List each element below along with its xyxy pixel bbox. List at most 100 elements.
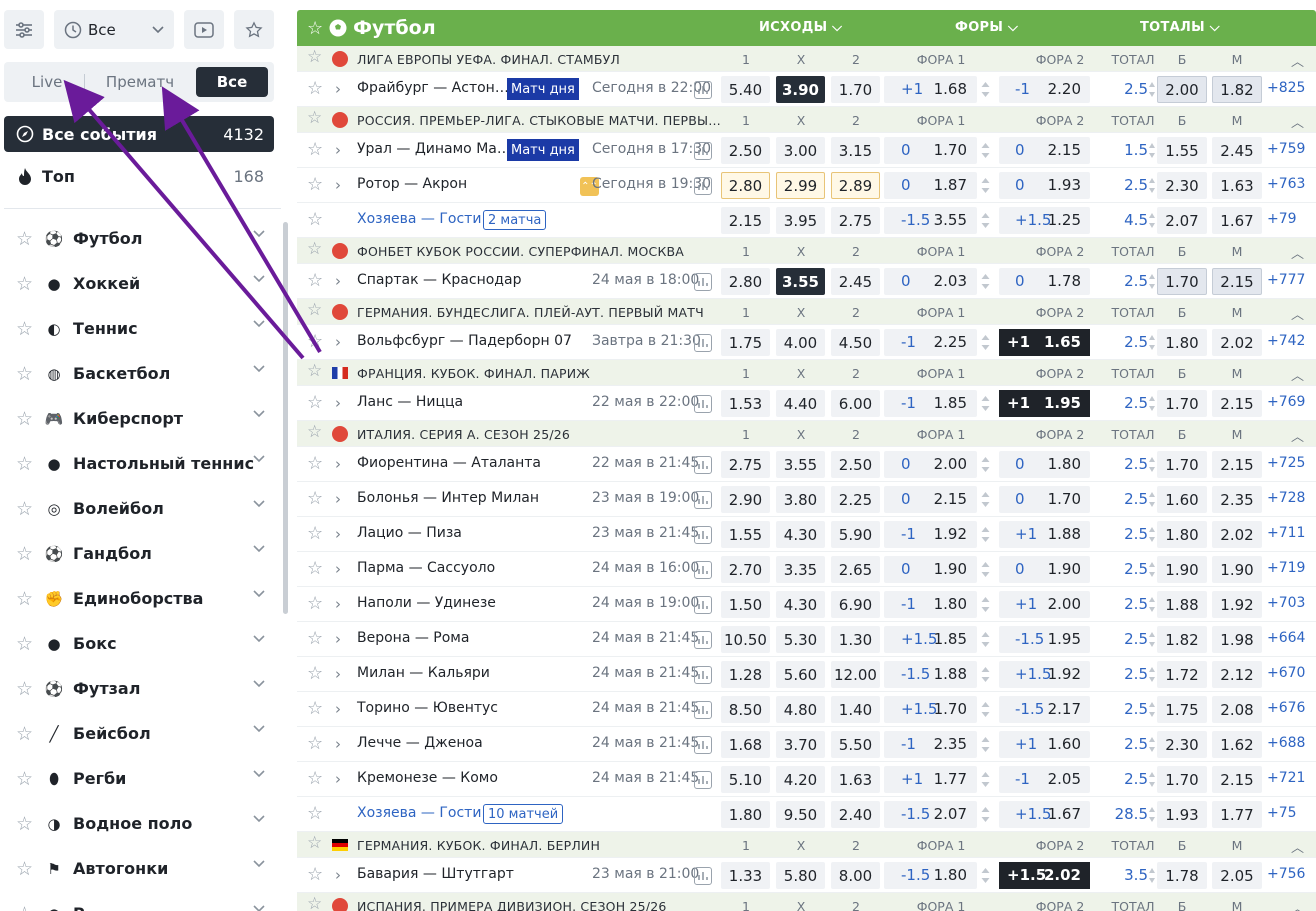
more-markets-link[interactable]: +721: [1267, 770, 1305, 786]
star-icon[interactable]: ☆: [307, 394, 323, 412]
star-icon[interactable]: ☆: [307, 700, 323, 718]
event-teams[interactable]: Вольфсбург — Падерборн 07: [357, 333, 572, 349]
event-row[interactable]: ☆ › Бавария — Штутгарт 23 мая в 21:00 1.33 5.…: [297, 858, 1316, 893]
star-icon[interactable]: ☆: [307, 665, 323, 683]
star-icon[interactable]: ☆: [307, 302, 322, 319]
star-icon[interactable]: ☆: [16, 318, 33, 340]
odds-button[interactable]: 2.65: [831, 556, 880, 583]
under-odds-button[interactable]: 2.15: [1212, 390, 1262, 417]
star-icon[interactable]: ☆: [307, 525, 323, 543]
star-icon[interactable]: ☆: [307, 595, 323, 613]
sort-arrows-icon[interactable]: [1149, 596, 1155, 613]
sort-arrows-icon[interactable]: [1149, 701, 1155, 718]
event-row[interactable]: ☆ Хозяева — Гости 2 матча 2.15 3.95 2.75 -1.5 3…: [297, 203, 1316, 238]
collapse-icon[interactable]: ︿: [1291, 243, 1304, 262]
league-header[interactable]: ☆ ФОНБЕТ КУБОК РОССИИ. СУПЕРФИНАЛ. МОСКВА…: [297, 238, 1316, 264]
over-odds-button[interactable]: 2.00: [1157, 76, 1207, 103]
star-icon[interactable]: ☆: [16, 228, 33, 250]
over-odds-button[interactable]: 1.82: [1157, 626, 1207, 653]
star-icon[interactable]: ☆: [16, 768, 33, 790]
star-icon[interactable]: ☆: [307, 424, 322, 441]
sort-arrows-icon[interactable]: [1149, 142, 1155, 159]
more-markets-link[interactable]: +79: [1267, 211, 1297, 227]
odds-button[interactable]: 2.45: [831, 268, 880, 295]
sort-arrows-icon[interactable]: [1149, 273, 1155, 290]
more-markets-link[interactable]: +825: [1267, 80, 1305, 96]
odds-button[interactable]: 1.53: [721, 390, 770, 417]
odds-button[interactable]: 2.99: [776, 172, 825, 199]
event-row[interactable]: ☆ › Торино — Ювентус 24 мая в 21:45 8.50 4.80…: [297, 692, 1316, 727]
totals-header[interactable]: ТОТАЛЫ ⌵: [1140, 20, 1220, 35]
chevron-down-icon[interactable]: [253, 590, 265, 598]
chevron-right-icon[interactable]: ›: [335, 490, 341, 508]
chevron-down-icon[interactable]: [253, 545, 265, 553]
more-markets-link[interactable]: +676: [1267, 700, 1305, 716]
collapse-icon[interactable]: ︿: [1291, 51, 1304, 70]
under-odds-button[interactable]: 1.67: [1212, 207, 1262, 234]
more-markets-link[interactable]: +688: [1267, 735, 1305, 751]
under-odds-button[interactable]: 1.62: [1212, 731, 1262, 758]
handicaps-header[interactable]: ФОРЫ ⌵: [955, 20, 1018, 35]
stats-icon[interactable]: [694, 561, 712, 579]
mode-prematch-button[interactable]: Прематч: [94, 67, 186, 97]
sidebar-scrollbar[interactable]: [283, 222, 288, 614]
chevron-right-icon[interactable]: ›: [335, 80, 341, 98]
mode-live-button[interactable]: Live: [12, 67, 82, 97]
star-icon[interactable]: ☆: [307, 560, 323, 578]
odds-button[interactable]: 1.80: [721, 801, 770, 828]
sidebar-item-sport[interactable]: ☆ ╱ Бейсбол: [0, 711, 281, 756]
sidebar-item-sport[interactable]: ☆ ✊ Единоборства: [0, 576, 281, 621]
odds-button[interactable]: 2.75: [831, 207, 880, 234]
collapse-icon[interactable]: ︿: [1291, 365, 1304, 384]
collapse-icon[interactable]: ︿: [1291, 898, 1304, 911]
event-row[interactable]: ☆ › Верона — Рома 24 мая в 21:45 10.50 5.30 1.…: [297, 622, 1316, 657]
over-odds-button[interactable]: 2.30: [1157, 172, 1207, 199]
period-select[interactable]: Все: [54, 10, 174, 49]
odds-button[interactable]: 1.63: [831, 766, 880, 793]
sort-arrows-icon[interactable]: [1149, 561, 1155, 578]
over-odds-button[interactable]: 1.93: [1157, 801, 1207, 828]
sort-arrows-icon[interactable]: [981, 561, 990, 578]
odds-button[interactable]: 1.55: [721, 521, 770, 548]
event-teams[interactable]: Торино — Ювентус: [357, 700, 498, 716]
odds-button[interactable]: 1.75: [721, 329, 770, 356]
stats-icon[interactable]: [694, 334, 712, 352]
star-icon[interactable]: ☆: [307, 272, 323, 290]
chevron-down-icon[interactable]: [253, 410, 265, 418]
odds-button[interactable]: 2.80: [721, 268, 770, 295]
event-teams[interactable]: Спартак — Краснодар: [357, 272, 521, 288]
over-odds-button[interactable]: 1.88: [1157, 591, 1207, 618]
chevron-down-icon[interactable]: [253, 725, 265, 733]
odds-button[interactable]: 8.00: [831, 862, 880, 889]
stats-icon[interactable]: [694, 631, 712, 649]
odds-button[interactable]: 3.00: [776, 137, 825, 164]
odds-button[interactable]: 1.68: [721, 731, 770, 758]
sort-arrows-icon[interactable]: [1149, 177, 1155, 194]
more-markets-link[interactable]: +763: [1267, 176, 1305, 192]
star-icon[interactable]: ☆: [307, 866, 323, 884]
event-teams[interactable]: Фиорентина — Аталанта: [357, 455, 541, 471]
more-markets-link[interactable]: +75: [1267, 805, 1297, 821]
star-icon[interactable]: ☆: [307, 490, 323, 508]
more-markets-link[interactable]: +711: [1267, 525, 1305, 541]
event-teams[interactable]: Кремонезе — Комо: [357, 770, 498, 786]
sidebar-item-sport[interactable]: ☆ ● Настольный теннис: [0, 441, 281, 486]
under-odds-button[interactable]: 1.90: [1212, 556, 1262, 583]
chevron-down-icon[interactable]: [253, 905, 265, 911]
filter-settings-button[interactable]: [4, 10, 44, 49]
sort-arrows-icon[interactable]: [1149, 631, 1155, 648]
odds-button[interactable]: 10.50: [721, 626, 770, 653]
odds-button[interactable]: 8.50: [721, 696, 770, 723]
sort-arrows-icon[interactable]: [1149, 212, 1155, 229]
event-row[interactable]: ☆ › Болонья — Интер Милан 23 мая в 19:00 2.9…: [297, 482, 1316, 517]
odds-button[interactable]: 4.50: [831, 329, 880, 356]
sort-arrows-icon[interactable]: [1149, 491, 1155, 508]
star-icon[interactable]: ☆: [307, 49, 322, 66]
more-markets-link[interactable]: +769: [1267, 394, 1305, 410]
odds-button[interactable]: 2.80: [721, 172, 770, 199]
sidebar-item-sport[interactable]: ☆ 🎮 Киберспорт: [0, 396, 281, 441]
stats-icon[interactable]: [694, 395, 712, 413]
odds-button[interactable]: 3.55: [776, 451, 825, 478]
event-row[interactable]: ☆ › Лацио — Пиза 23 мая в 21:45 1.55 4.30 5.90…: [297, 517, 1316, 552]
more-markets-link[interactable]: +703: [1267, 595, 1305, 611]
